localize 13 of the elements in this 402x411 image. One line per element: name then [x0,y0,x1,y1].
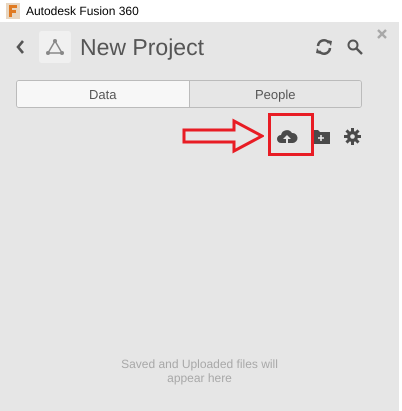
window-title: Autodesk Fusion 360 [26,4,139,18]
back-icon[interactable] [16,40,25,54]
project-icon [39,31,71,63]
search-icon[interactable] [347,39,363,55]
cloud-upload-icon[interactable] [276,128,298,144]
tab[interactable]: People [188,81,361,107]
tab[interactable]: Data [17,81,188,107]
project-title: New Project [80,34,205,60]
refresh-icon[interactable] [315,38,333,56]
highlight-frame [268,113,314,156]
empty-state-message: Saved and Uploaded files will appear here [120,357,279,385]
settings-icon[interactable] [344,128,361,144]
app-logo-icon [6,3,20,19]
